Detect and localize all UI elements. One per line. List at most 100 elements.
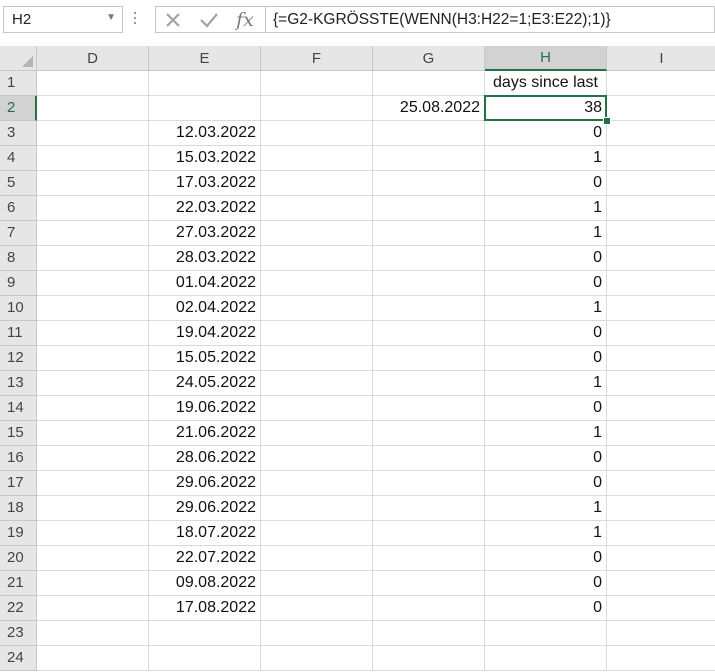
- cell-e3[interactable]: 12.03.2022: [149, 121, 261, 146]
- cell-d14[interactable]: [37, 396, 149, 421]
- cell-f9[interactable]: [261, 271, 373, 296]
- cell-f24[interactable]: [261, 646, 373, 671]
- cell-i16[interactable]: [607, 446, 715, 471]
- cell-i11[interactable]: [607, 321, 715, 346]
- row-header-2[interactable]: 2: [0, 96, 37, 121]
- cell-e20[interactable]: 22.07.2022: [149, 546, 261, 571]
- close-icon[interactable]: [160, 9, 186, 31]
- cell-d9[interactable]: [37, 271, 149, 296]
- cell-d16[interactable]: [37, 446, 149, 471]
- cell-i1[interactable]: [607, 71, 715, 96]
- cell-e7[interactable]: 27.03.2022: [149, 221, 261, 246]
- cell-g8[interactable]: [373, 246, 485, 271]
- cell-f4[interactable]: [261, 146, 373, 171]
- cell-g4[interactable]: [373, 146, 485, 171]
- column-header-i[interactable]: I: [607, 46, 715, 71]
- cell-h15[interactable]: 1: [485, 421, 607, 446]
- cell-d10[interactable]: [37, 296, 149, 321]
- cell-f14[interactable]: [261, 396, 373, 421]
- cell-e6[interactable]: 22.03.2022: [149, 196, 261, 221]
- cell-h6[interactable]: 1: [485, 196, 607, 221]
- cell-i8[interactable]: [607, 246, 715, 271]
- row-header-11[interactable]: 11: [0, 321, 37, 346]
- cell-g10[interactable]: [373, 296, 485, 321]
- row-header-19[interactable]: 19: [0, 521, 37, 546]
- cell-f6[interactable]: [261, 196, 373, 221]
- cell-h8[interactable]: 0: [485, 246, 607, 271]
- cell-i20[interactable]: [607, 546, 715, 571]
- column-header-g[interactable]: G: [373, 46, 485, 71]
- cell-h4[interactable]: 1: [485, 146, 607, 171]
- cell-d6[interactable]: [37, 196, 149, 221]
- name-box[interactable]: H2 ▼: [3, 6, 123, 33]
- cell-g23[interactable]: [373, 621, 485, 646]
- cell-d2[interactable]: [37, 96, 149, 121]
- row-header-15[interactable]: 15: [0, 421, 37, 446]
- cell-d7[interactable]: [37, 221, 149, 246]
- cell-e11[interactable]: 19.04.2022: [149, 321, 261, 346]
- row-header-5[interactable]: 5: [0, 171, 37, 196]
- cell-f5[interactable]: [261, 171, 373, 196]
- fx-icon[interactable]: fx: [232, 9, 258, 31]
- row-header-12[interactable]: 12: [0, 346, 37, 371]
- cell-e2[interactable]: [149, 96, 261, 121]
- row-header-9[interactable]: 9: [0, 271, 37, 296]
- cell-h16[interactable]: 0: [485, 446, 607, 471]
- cell-g11[interactable]: [373, 321, 485, 346]
- row-header-10[interactable]: 10: [0, 296, 37, 321]
- row-header-14[interactable]: 14: [0, 396, 37, 421]
- cell-h7[interactable]: 1: [485, 221, 607, 246]
- row-header-8[interactable]: 8: [0, 246, 37, 271]
- cell-h10[interactable]: 1: [485, 296, 607, 321]
- cell-e8[interactable]: 28.03.2022: [149, 246, 261, 271]
- cell-h19[interactable]: 1: [485, 521, 607, 546]
- cell-g12[interactable]: [373, 346, 485, 371]
- cell-i22[interactable]: [607, 596, 715, 621]
- cell-e21[interactable]: 09.08.2022: [149, 571, 261, 596]
- cell-d15[interactable]: [37, 421, 149, 446]
- cell-h22[interactable]: 0: [485, 596, 607, 621]
- cell-e16[interactable]: 28.06.2022: [149, 446, 261, 471]
- cell-d19[interactable]: [37, 521, 149, 546]
- cell-h12[interactable]: 0: [485, 346, 607, 371]
- cell-f23[interactable]: [261, 621, 373, 646]
- cell-f10[interactable]: [261, 296, 373, 321]
- cell-d1[interactable]: [37, 71, 149, 96]
- cell-d8[interactable]: [37, 246, 149, 271]
- cell-f1[interactable]: [261, 71, 373, 96]
- cell-h3[interactable]: 0: [485, 121, 607, 146]
- row-header-1[interactable]: 1: [0, 71, 37, 96]
- cell-f11[interactable]: [261, 321, 373, 346]
- cell-d4[interactable]: [37, 146, 149, 171]
- cell-e19[interactable]: 18.07.2022: [149, 521, 261, 546]
- cell-f2[interactable]: [261, 96, 373, 121]
- column-header-h[interactable]: H: [485, 46, 607, 71]
- cell-g2[interactable]: 25.08.2022: [373, 96, 485, 121]
- cell-g18[interactable]: [373, 496, 485, 521]
- row-header-23[interactable]: 23: [0, 621, 37, 646]
- cell-g16[interactable]: [373, 446, 485, 471]
- row-header-21[interactable]: 21: [0, 571, 37, 596]
- fill-handle[interactable]: [603, 117, 611, 125]
- cell-g15[interactable]: [373, 421, 485, 446]
- cell-f22[interactable]: [261, 596, 373, 621]
- cell-f12[interactable]: [261, 346, 373, 371]
- cell-e24[interactable]: [149, 646, 261, 671]
- column-header-f[interactable]: F: [261, 46, 373, 71]
- cell-e17[interactable]: 29.06.2022: [149, 471, 261, 496]
- cell-f15[interactable]: [261, 421, 373, 446]
- cell-i21[interactable]: [607, 571, 715, 596]
- cell-e18[interactable]: 29.06.2022: [149, 496, 261, 521]
- cell-i3[interactable]: [607, 121, 715, 146]
- cell-f17[interactable]: [261, 471, 373, 496]
- cell-d22[interactable]: [37, 596, 149, 621]
- cell-e22[interactable]: 17.08.2022: [149, 596, 261, 621]
- cell-i9[interactable]: [607, 271, 715, 296]
- column-header-e[interactable]: E: [149, 46, 261, 71]
- cell-f19[interactable]: [261, 521, 373, 546]
- cell-d21[interactable]: [37, 571, 149, 596]
- cell-f8[interactable]: [261, 246, 373, 271]
- cell-e1[interactable]: [149, 71, 261, 96]
- cell-g22[interactable]: [373, 596, 485, 621]
- row-header-6[interactable]: 6: [0, 196, 37, 221]
